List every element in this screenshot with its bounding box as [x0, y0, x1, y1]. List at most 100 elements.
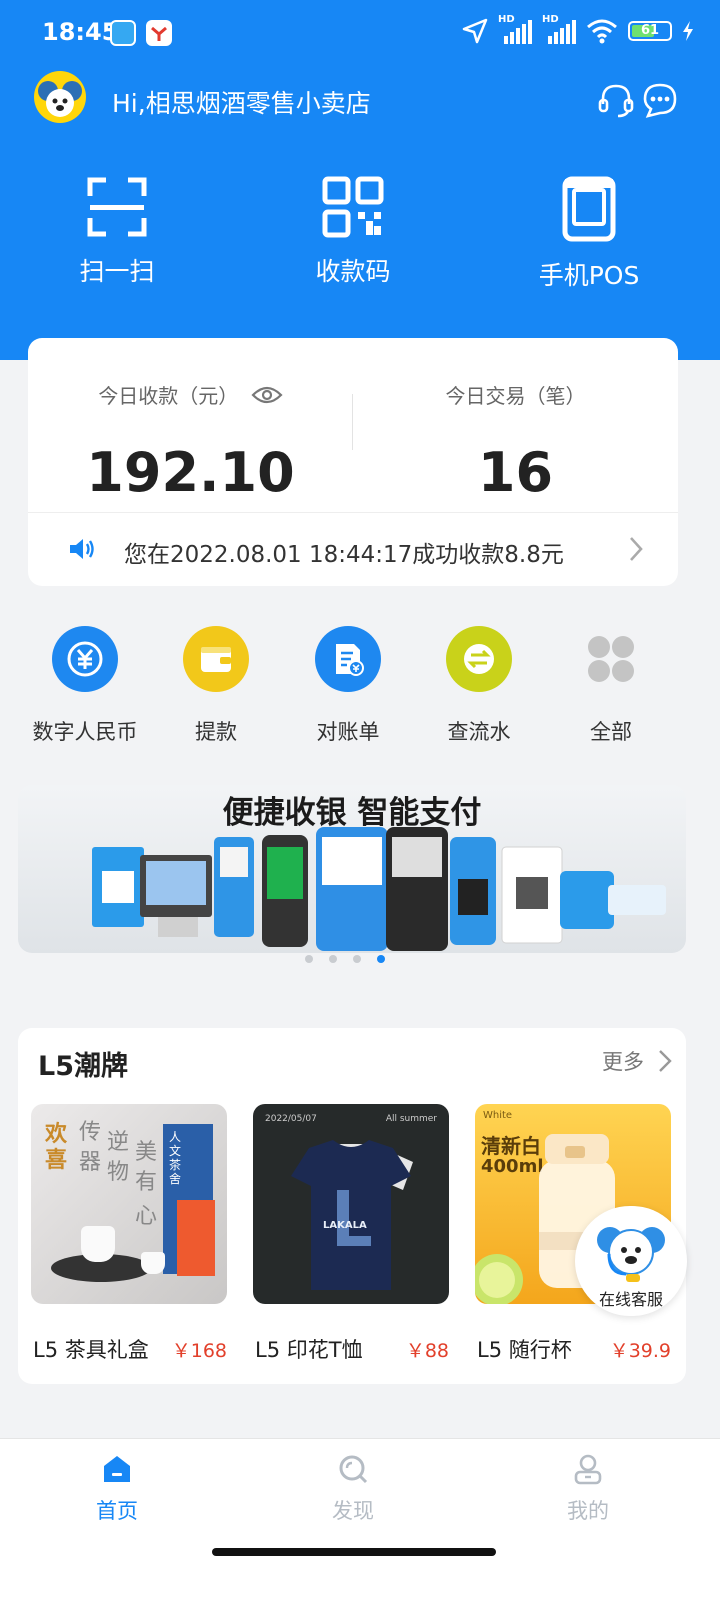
status-time: 18:45: [42, 18, 119, 46]
eye-icon[interactable]: [251, 385, 283, 405]
service-transactions[interactable]: 查流水: [414, 626, 544, 746]
all-grid-icon: [588, 636, 634, 682]
today-receipt-value: 192.10: [86, 441, 295, 504]
scan-button[interactable]: 扫一扫: [32, 176, 202, 288]
payment-code-label: 收款码: [315, 257, 391, 286]
banner-dot-active[interactable]: [377, 955, 385, 963]
pos-terminal-icon: [562, 176, 616, 242]
banner-dot[interactable]: [353, 955, 361, 963]
battery-icon: 61: [628, 21, 672, 41]
payment-code-button[interactable]: 收款码: [268, 176, 438, 288]
scan-label: 扫一扫: [79, 257, 155, 286]
banner-dot[interactable]: [305, 955, 313, 963]
today-transactions-value: 16: [477, 441, 554, 504]
transfer-icon: [464, 644, 494, 674]
more-button[interactable]: 更多: [602, 1046, 672, 1076]
service-label: 全部: [590, 720, 632, 744]
wallet-icon: [201, 647, 231, 672]
l5-title: L5潮牌: [38, 1051, 128, 1082]
service-digital-rmb[interactable]: 数字人民币: [20, 626, 150, 746]
product-image-text: 欢喜: [45, 1122, 68, 1173]
product-image-text: 逆物: [107, 1130, 130, 1185]
banner-dot[interactable]: [329, 955, 337, 963]
tshirt-illustration: [291, 1140, 413, 1290]
service-label: 提款: [195, 720, 237, 744]
product-name: L5 随行杯: [477, 1338, 572, 1362]
location-icon: [462, 18, 488, 44]
product-image-text: 人文茶舍: [169, 1130, 182, 1186]
service-label: 对账单: [316, 720, 380, 744]
promo-banner[interactable]: 便捷收银 智能支付: [18, 785, 686, 953]
tab-profile-label: 我的: [567, 1499, 609, 1523]
teapot: [81, 1226, 115, 1262]
tab-discover-label: 发现: [332, 1499, 374, 1523]
service-withdraw[interactable]: 提款: [151, 626, 281, 746]
teacup: [141, 1252, 165, 1274]
charging-icon: [683, 21, 693, 41]
product-price: ￥168: [171, 1340, 227, 1362]
speaker-icon: [70, 539, 94, 559]
summary-card: 今日收款（元） 192.10 今日交易（笔） 16 您在2022.08.01 1…: [28, 338, 678, 586]
service-all[interactable]: 全部: [546, 626, 676, 746]
app-notification-icon: [146, 20, 172, 46]
pos-devices-illustration: [92, 827, 666, 951]
banner-dots: [305, 955, 385, 963]
lakala-app-icon: [110, 20, 136, 46]
koala-agent-icon: [597, 1227, 665, 1282]
today-transactions-block[interactable]: 今日交易（笔） 16: [353, 380, 678, 504]
product-name: L5 茶具礼盒: [33, 1338, 149, 1362]
tab-home-label: 首页: [96, 1499, 138, 1523]
today-receipt-label-row: 今日收款（元）: [28, 380, 353, 409]
service-statement[interactable]: 对账单: [283, 626, 413, 746]
battery-level: 61: [640, 23, 660, 38]
greeting-text: Hi,相思烟酒零售小卖店: [112, 89, 371, 118]
tab-profile[interactable]: 我的: [508, 1453, 668, 1525]
product-card-tshirt[interactable]: 2022/05/07 All summer LAKALA L5 印花T恤 ￥88: [253, 1104, 449, 1362]
profile-icon: [574, 1454, 602, 1485]
chevron-right-icon: [659, 1050, 672, 1072]
scan-icon: [87, 177, 147, 237]
home-indicator[interactable]: [212, 1548, 496, 1556]
tab-home[interactable]: 首页: [37, 1453, 197, 1525]
avatar[interactable]: [34, 71, 86, 123]
product-card-tea-set[interactable]: 欢喜 传器 逆物 美有 心 人文茶舍 L5 茶具礼盒 ￥168: [31, 1104, 227, 1362]
status-bar: 18:45 HD HD 61: [0, 0, 720, 70]
mobile-pos-button[interactable]: 手机POS: [504, 176, 674, 292]
online-service-label: 在线客服: [598, 1290, 663, 1309]
product-image-text: 美有: [135, 1140, 158, 1195]
product-image-text: 心: [135, 1204, 158, 1229]
signal-icon: HD: [542, 14, 576, 46]
today-receipt-label: 今日收款（元）: [98, 384, 239, 408]
headset-icon[interactable]: [596, 80, 636, 120]
chat-icon[interactable]: [640, 80, 680, 120]
product-image: 2022/05/07 All summer LAKALA: [253, 1104, 449, 1304]
notice-text: 您在2022.08.01 18:44:17成功收款8.8元: [124, 542, 564, 568]
service-label: 数字人民币: [32, 720, 138, 744]
product-price: ￥88: [405, 1340, 449, 1362]
wifi-icon: [587, 19, 617, 44]
product-name: L5 印花T恤: [255, 1338, 363, 1362]
online-service-button[interactable]: 在线客服: [575, 1206, 687, 1316]
status-icons: HD HD 61: [462, 14, 694, 46]
signal-icon: HD: [498, 14, 532, 46]
digital-rmb-icon: [67, 641, 103, 677]
mobile-pos-label: 手机POS: [538, 261, 640, 290]
qr-code-icon: [322, 176, 384, 238]
product-image: 欢喜 传器 逆物 美有 心 人文茶舍: [31, 1104, 227, 1304]
product-price: ￥39.9: [609, 1340, 671, 1362]
more-label: 更多: [602, 1050, 644, 1074]
tab-discover[interactable]: 发现: [273, 1453, 433, 1525]
header: Hi,相思烟酒零售小卖店 扫一扫 收款码 手机POS: [0, 70, 720, 360]
discover-icon: [339, 1455, 368, 1484]
tea-box-accent: [177, 1200, 215, 1276]
service-label: 查流水: [447, 720, 511, 744]
l5-section: L5潮牌 更多 欢喜 传器 逆物 美有 心 人文茶舍 L5 茶具礼盒 ￥168 …: [18, 1028, 686, 1384]
today-transactions-label: 今日交易（笔）: [445, 384, 586, 408]
bottom-tab-bar: 首页 发现 我的: [0, 1438, 720, 1600]
today-receipt-block[interactable]: 今日收款（元） 192.10: [28, 380, 353, 504]
product-image-text: 传器: [79, 1120, 102, 1175]
statement-icon: [336, 644, 364, 676]
product-image-text: LAKALA: [323, 1220, 367, 1231]
payment-notice[interactable]: 您在2022.08.01 18:44:17成功收款8.8元: [28, 513, 678, 585]
chevron-right-icon: [630, 537, 643, 561]
